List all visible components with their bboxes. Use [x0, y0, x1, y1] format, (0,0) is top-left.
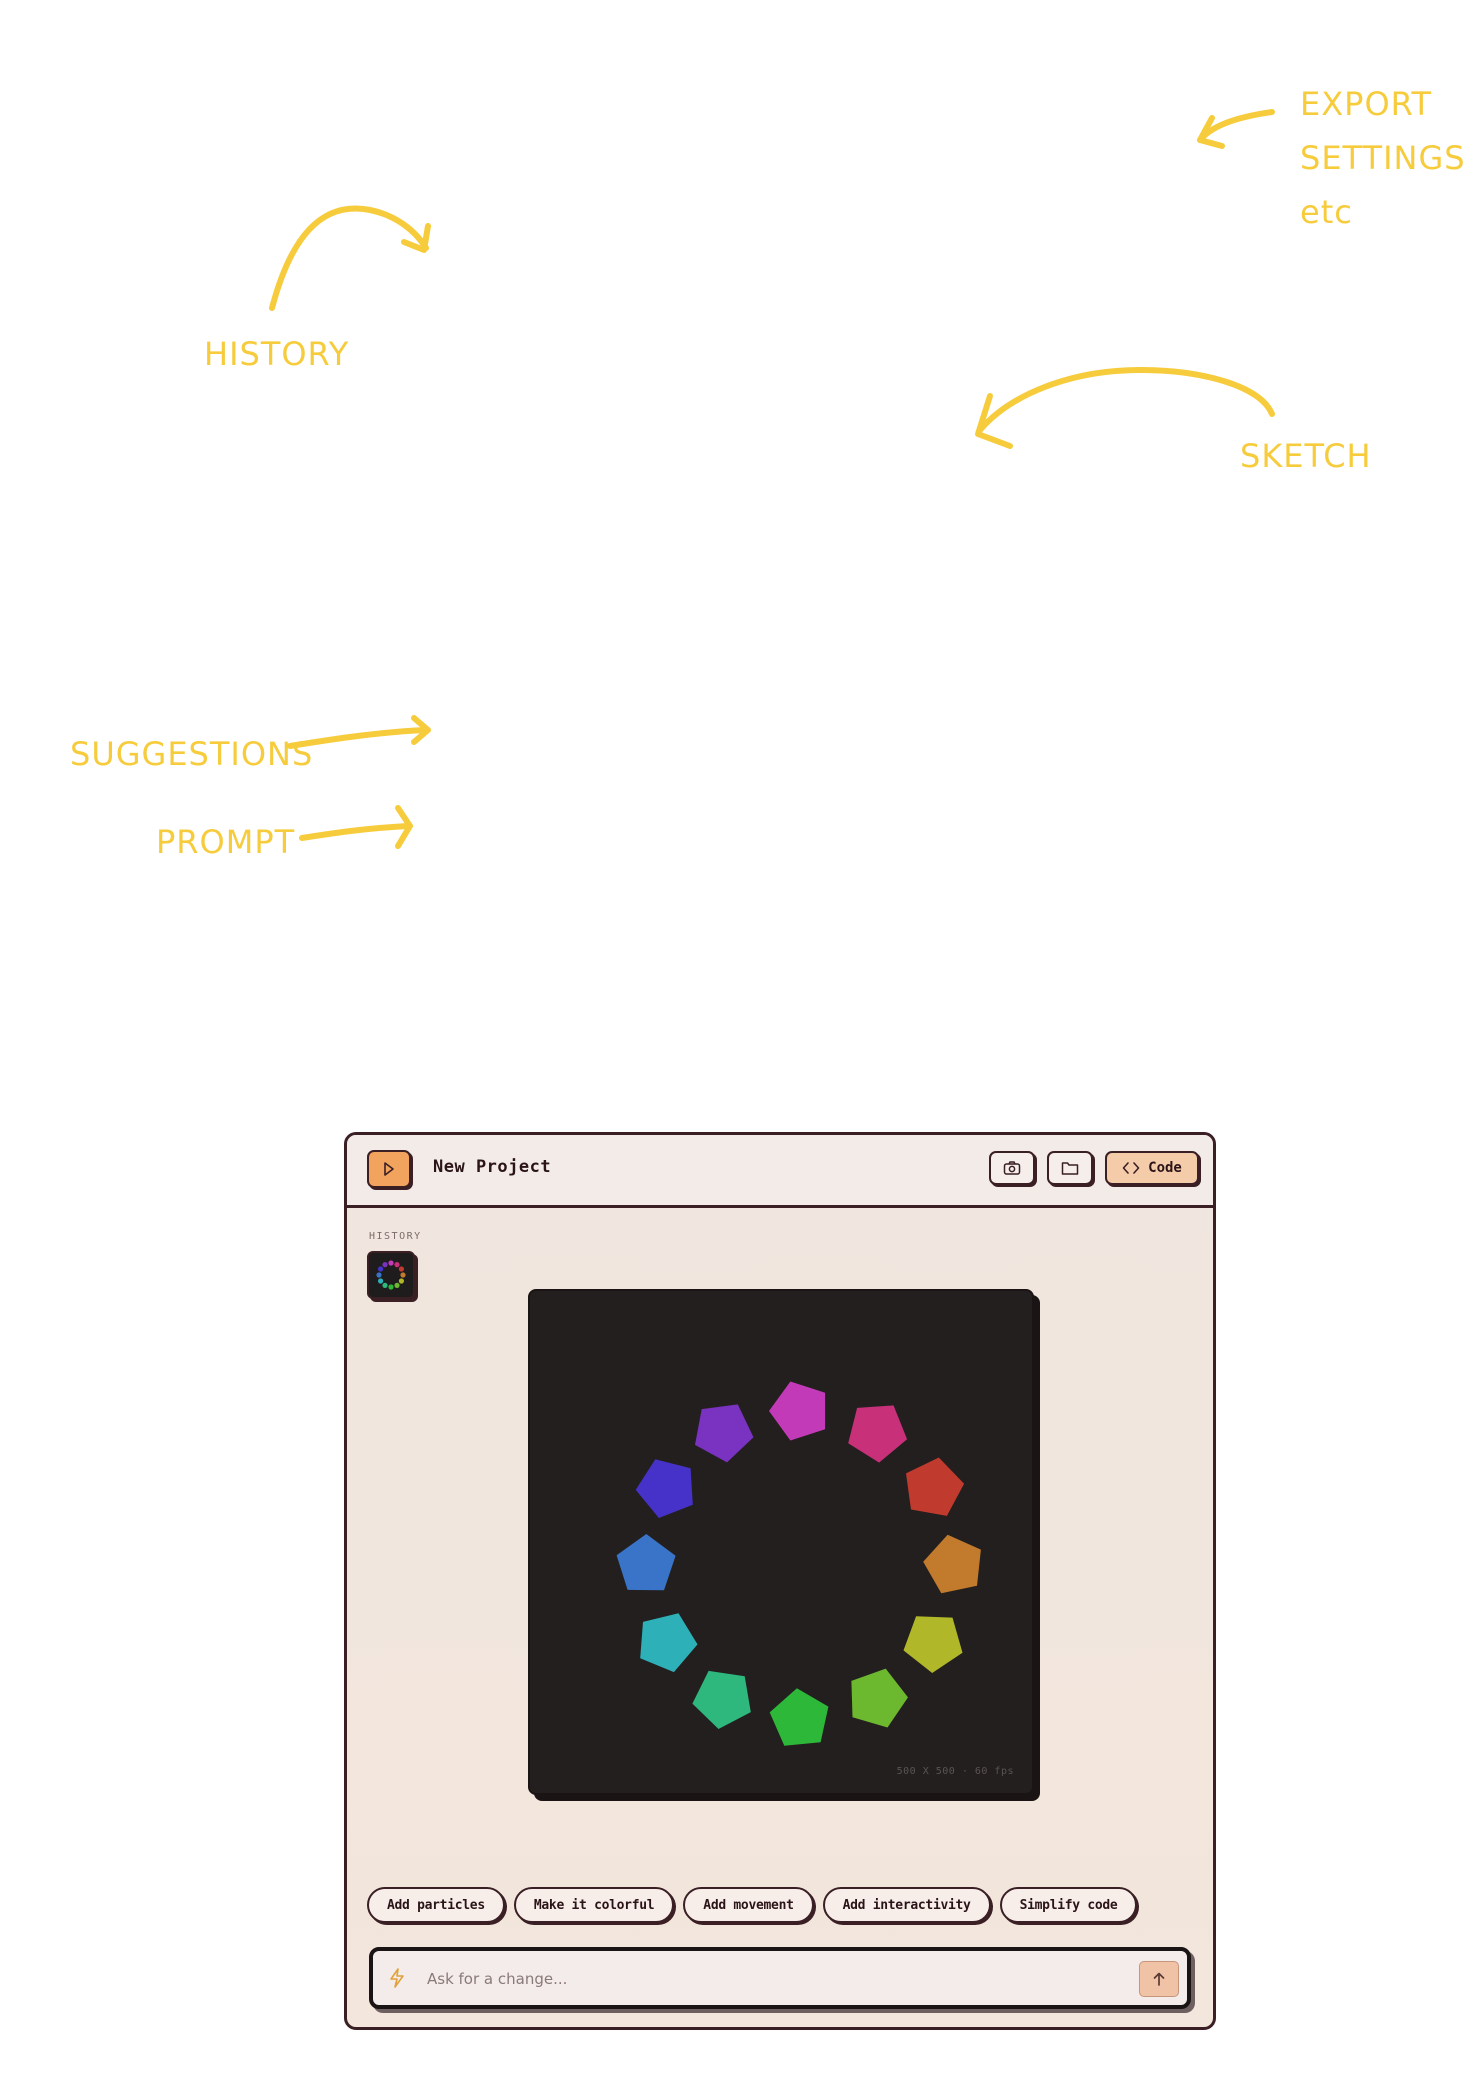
- suggestion-chip[interactable]: Add interactivity: [822, 1887, 991, 1923]
- screenshot-button[interactable]: [989, 1151, 1035, 1185]
- project-title[interactable]: New Project: [433, 1157, 551, 1177]
- pentagon-shape: [769, 1381, 826, 1441]
- annotation-etc: etc: [1300, 193, 1353, 231]
- thumbnail-dot: [398, 1266, 404, 1272]
- annotation-prompt: PROMPT: [156, 823, 296, 861]
- prompt-box: [369, 1947, 1191, 2009]
- history-label: HISTORY: [369, 1231, 422, 1242]
- annotation-sketch: SKETCH: [1240, 437, 1372, 475]
- suggestion-chip[interactable]: Simplify code: [999, 1887, 1138, 1923]
- prompt-arrow: [299, 823, 411, 841]
- history-arrow: [269, 205, 429, 311]
- app-window: New Project Code HISTORY 500 X 500 · 60 …: [344, 1132, 1216, 2030]
- pentagon-shape: [906, 1457, 965, 1516]
- pentagon-shape: [769, 1688, 829, 1746]
- sketch-arrow: [977, 367, 1275, 433]
- thumbnail-dot: [382, 1262, 388, 1268]
- pentagon-shape: [851, 1668, 908, 1728]
- annotation-export: EXPORT: [1300, 85, 1433, 123]
- prompt-input[interactable]: [425, 1964, 1109, 1994]
- pentagon-shape: [616, 1534, 676, 1591]
- sketch-arrowhead: [975, 393, 1013, 449]
- camera-icon: [1003, 1161, 1021, 1175]
- sketch-drawing: [616, 1381, 981, 1746]
- annotation-history: HISTORY: [204, 335, 350, 373]
- suggestion-chip[interactable]: Make it colorful: [513, 1887, 675, 1923]
- annotation-settings: SETTINGS: [1300, 139, 1466, 177]
- canvas-info: 500 X 500 · 60 fps: [896, 1766, 1014, 1777]
- thumbnail-dot: [378, 1266, 384, 1272]
- code-button-label: Code: [1148, 1160, 1182, 1176]
- thumbnail-dot: [394, 1282, 400, 1288]
- thumbnail-dot: [388, 1284, 394, 1290]
- suggestion-chips: Add particles Make it colorful Add movem…: [367, 1887, 1138, 1923]
- pentagon-shape: [923, 1534, 981, 1594]
- folder-icon: [1061, 1162, 1079, 1175]
- history-thumbnail-preview: [376, 1260, 406, 1290]
- history-thumbnail[interactable]: [367, 1251, 415, 1299]
- thumbnail-dot: [394, 1262, 400, 1268]
- annotation-suggestions: SUGGESTIONS: [70, 735, 314, 773]
- thumbnail-dot: [400, 1272, 406, 1278]
- pentagon-shape: [640, 1613, 698, 1673]
- pentagon-shape: [635, 1459, 693, 1518]
- send-button[interactable]: [1139, 1961, 1179, 1997]
- play-icon: [384, 1162, 394, 1176]
- bolt-icon: [390, 1968, 404, 1988]
- code-icon: [1122, 1162, 1140, 1174]
- thumbnail-dot: [382, 1282, 388, 1288]
- pentagon-shape: [903, 1616, 963, 1673]
- suggestion-chip[interactable]: Add particles: [367, 1887, 505, 1923]
- thumbnail-dot: [388, 1260, 394, 1266]
- pentagon-shape: [692, 1670, 751, 1729]
- thumbnail-dot: [398, 1278, 404, 1284]
- suggestion-chip[interactable]: Add movement: [683, 1887, 814, 1923]
- thumbnail-dot: [376, 1272, 382, 1278]
- sketch-canvas[interactable]: 500 X 500 · 60 fps: [528, 1289, 1034, 1795]
- pentagon-shape: [695, 1404, 754, 1463]
- code-button[interactable]: Code: [1105, 1151, 1199, 1185]
- arrow-up-icon: [1153, 1972, 1165, 1986]
- play-button[interactable]: [367, 1150, 411, 1188]
- open-folder-button[interactable]: [1047, 1151, 1093, 1185]
- title-bar: New Project Code: [347, 1135, 1213, 1208]
- thumbnail-dot: [378, 1278, 384, 1284]
- pentagon-shape: [848, 1405, 908, 1463]
